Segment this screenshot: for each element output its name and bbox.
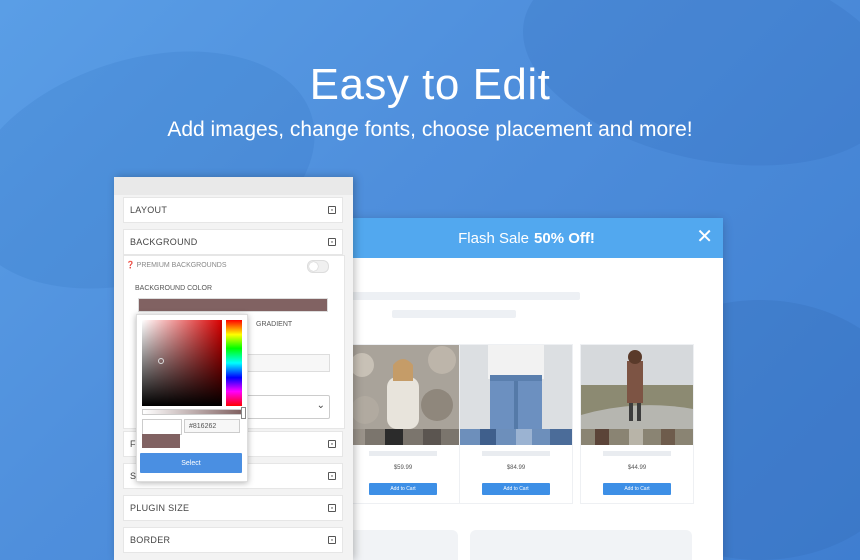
skeleton-line <box>482 451 550 456</box>
close-icon[interactable]: ✕ <box>696 224 713 249</box>
alpha-slider[interactable] <box>142 409 242 415</box>
popup-headline-text: Flash Sale <box>458 229 530 247</box>
collapse-icon[interactable]: ▫ <box>328 440 336 448</box>
section-label: BORDER <box>130 535 171 545</box>
background-color-label: BACKGROUND COLOR <box>135 285 213 292</box>
section-border[interactable]: BORDER ▫ <box>123 527 343 553</box>
product-price: $59.99 <box>393 465 413 471</box>
popup-headline-discount: 50% Off! <box>534 229 595 247</box>
section-plugin-size[interactable]: PLUGIN SIZE ▫ <box>123 495 343 521</box>
skeleton-line <box>392 310 516 318</box>
current-color-preview <box>142 434 180 448</box>
hue-slider[interactable] <box>226 320 242 406</box>
new-color-preview <box>142 419 182 435</box>
collapse-icon[interactable]: ▫ <box>328 504 336 512</box>
skeleton-card <box>346 530 458 560</box>
gradient-label: GRADIENT <box>256 321 293 328</box>
product-card: $44.99 Add to Cart <box>580 344 694 504</box>
help-icon: ❓ <box>126 262 135 269</box>
saturation-handle[interactable] <box>158 358 164 364</box>
section-layout[interactable]: LAYOUT ▫ <box>123 197 343 223</box>
product-price: $84.99 <box>506 465 526 471</box>
skeleton-card <box>470 530 692 560</box>
popup-header: Flash Sale 50% Off! ✕ <box>330 218 723 258</box>
panel-top-bar <box>114 177 353 195</box>
premium-backgrounds-label: ❓ PREMIUM BACKGROUNDS <box>126 262 227 269</box>
add-to-cart-button[interactable]: Add to Cart <box>482 483 550 495</box>
background-image-field[interactable] <box>246 354 330 372</box>
background-color-swatch[interactable] <box>138 298 328 312</box>
color-picker: #816262 Select <box>136 314 248 482</box>
add-to-cart-button[interactable]: Add to Cart <box>603 483 671 495</box>
section-label: PLUGIN SIZE <box>130 503 190 513</box>
hero-title: Easy to Edit <box>309 60 551 109</box>
product-image <box>581 345 693 429</box>
thumbnail-strip <box>581 429 693 445</box>
hex-input[interactable]: #816262 <box>184 419 240 433</box>
product-image <box>347 345 459 429</box>
section-label: F <box>130 439 136 449</box>
skeleton-line <box>369 451 437 456</box>
product-card: $84.99 Add to Cart <box>459 344 573 504</box>
add-to-cart-button[interactable]: Add to Cart <box>369 483 437 495</box>
section-label: BACKGROUND <box>130 237 198 247</box>
collapse-icon[interactable]: ▫ <box>328 536 336 544</box>
premium-backgrounds-toggle[interactable] <box>307 260 329 273</box>
saturation-area[interactable] <box>142 320 222 406</box>
alpha-handle[interactable] <box>241 407 246 419</box>
background-style-select[interactable]: ⌄ <box>246 395 330 419</box>
thumbnail-strip <box>347 429 459 445</box>
select-button[interactable]: Select <box>140 453 242 473</box>
skeleton-line <box>603 451 671 456</box>
popup-preview: Flash Sale 50% Off! ✕ $59.99 Add to Cart <box>330 218 723 560</box>
product-card: $59.99 Add to Cart <box>346 344 460 504</box>
hero-subtitle: Add images, change fonts, choose placeme… <box>167 118 693 141</box>
chevron-down-icon: ⌄ <box>316 400 325 411</box>
collapse-icon[interactable]: ▫ <box>328 206 336 214</box>
section-label: LAYOUT <box>130 205 168 215</box>
collapse-icon[interactable]: ▫ <box>328 472 336 480</box>
section-background[interactable]: BACKGROUND ▫ <box>123 229 343 255</box>
product-image <box>460 345 572 429</box>
thumbnail-strip <box>460 429 572 445</box>
skeleton-line <box>348 292 580 300</box>
product-price: $44.99 <box>627 465 647 471</box>
collapse-icon[interactable]: ▫ <box>328 238 336 246</box>
